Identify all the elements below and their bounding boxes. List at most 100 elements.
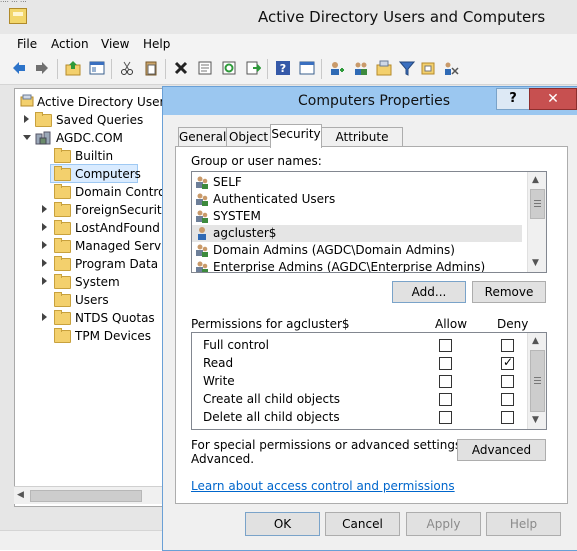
menu-action[interactable]: Action <box>51 37 89 51</box>
tree-item-managed-service-accounts[interactable]: Managed Service <box>15 237 167 255</box>
scroll-up-icon[interactable]: ▲ <box>532 175 539 185</box>
scrollbar-thumb[interactable] <box>30 490 142 502</box>
export-icon[interactable] <box>245 60 261 76</box>
allow-checkbox[interactable] <box>439 339 452 352</box>
help-button[interactable]: Help <box>486 512 561 536</box>
ok-button[interactable]: OK <box>245 512 320 536</box>
menu-file[interactable]: File <box>17 37 37 51</box>
up-folder-icon[interactable] <box>65 60 81 76</box>
tab-general[interactable]: General <box>178 127 227 147</box>
permission-list-scrollbar[interactable]: ▲ ▼ <box>527 333 546 429</box>
permission-row: Delete all child objects <box>192 409 522 426</box>
tree-item-agdc-com[interactable]: AGDC.COM <box>15 129 167 147</box>
console-tree[interactable]: Active Directory Users a Saved Queries A… <box>14 88 168 507</box>
properties-dialog: Computers Properties ? ✕ General Object … <box>162 86 577 551</box>
list-item[interactable]: Authenticated Users <box>192 191 522 208</box>
tree-item-foreign-security-principals[interactable]: ForeignSecurityP <box>15 201 167 219</box>
scroll-left-icon[interactable]: ◀ <box>17 490 24 500</box>
expand-arrow-icon[interactable] <box>42 313 47 321</box>
tree-root[interactable]: Active Directory Users a <box>15 93 167 111</box>
deny-checkbox[interactable]: ✓ <box>501 355 514 370</box>
expand-arrow-icon[interactable] <box>42 223 47 231</box>
user-icon[interactable] <box>329 60 345 76</box>
folder-icon <box>54 166 71 181</box>
scrollbar-thumb[interactable] <box>530 189 545 219</box>
tree-horizontal-scrollbar[interactable]: ◀ <box>14 486 166 504</box>
learn-more-link[interactable]: Learn about access control and permissio… <box>191 479 455 493</box>
remove-button[interactable]: Remove <box>472 281 546 303</box>
scrollbar-thumb[interactable] <box>530 350 545 412</box>
scroll-down-icon[interactable]: ▼ <box>532 258 539 268</box>
tree-item-builtin[interactable]: Builtin <box>15 147 167 165</box>
list-item[interactable]: Enterprise Admins (AGDC\Enterprise Admin… <box>192 259 522 272</box>
permission-list[interactable]: Full control Read ✓ Write Create all chi… <box>191 332 547 430</box>
expand-arrow-icon[interactable] <box>42 241 47 249</box>
deny-checkbox[interactable] <box>501 411 514 424</box>
permission-name: Read <box>203 356 234 370</box>
list-item[interactable]: SYSTEM <box>192 208 522 225</box>
add-button[interactable]: Add... <box>392 281 466 303</box>
deny-checkbox[interactable] <box>501 393 514 406</box>
refresh-icon[interactable] <box>221 60 237 76</box>
menu-view[interactable]: View <box>101 37 129 51</box>
scroll-up-icon[interactable]: ▲ <box>532 336 539 346</box>
collapse-arrow-icon[interactable] <box>23 135 31 140</box>
status-bar <box>0 530 162 550</box>
properties-icon[interactable] <box>197 60 213 76</box>
cancel-button[interactable]: Cancel <box>325 512 400 536</box>
folder-icon <box>54 184 71 199</box>
group-icon[interactable] <box>353 60 369 76</box>
deny-checkbox[interactable] <box>501 375 514 388</box>
delete-icon[interactable] <box>173 60 189 76</box>
close-button[interactable]: ✕ <box>529 88 577 110</box>
forward-icon[interactable] <box>34 60 50 76</box>
paste-icon[interactable] <box>143 60 159 76</box>
expand-arrow-icon[interactable] <box>42 259 47 267</box>
delegate-icon[interactable] <box>443 60 459 76</box>
tree-item-system[interactable]: System <box>15 273 167 291</box>
cut-icon[interactable] <box>119 60 135 76</box>
tree-item-saved-queries[interactable]: Saved Queries <box>15 111 167 129</box>
tree-item-lost-and-found[interactable]: LostAndFound <box>15 219 167 237</box>
tree-item-tpm-devices[interactable]: TPM Devices <box>15 327 167 345</box>
allow-checkbox[interactable] <box>439 357 452 370</box>
deny-column-header: Deny <box>497 317 529 331</box>
allow-checkbox[interactable] <box>439 375 452 388</box>
tab-security[interactable]: Security <box>270 124 322 148</box>
expand-arrow-icon[interactable] <box>42 277 47 285</box>
list-item-selected[interactable]: agcluster$ <box>192 225 522 242</box>
tree-item-domain-controllers[interactable]: Domain Controll <box>15 183 167 201</box>
ou-icon[interactable] <box>376 60 392 76</box>
add-to-group-icon[interactable] <box>421 60 437 76</box>
principal-list[interactable]: SELF Authenticated Users SYSTEM agcluste… <box>191 171 547 273</box>
tab-object[interactable]: Object <box>226 127 271 147</box>
filter-icon[interactable] <box>399 60 415 76</box>
allow-checkbox[interactable] <box>439 411 452 424</box>
apply-button[interactable]: Apply <box>406 512 481 536</box>
list-item[interactable]: Domain Admins (AGDC\Domain Admins) <box>192 242 522 259</box>
expand-arrow-icon[interactable] <box>42 205 47 213</box>
expand-arrow-icon[interactable] <box>24 115 29 123</box>
help-icon[interactable]: ? <box>275 60 291 76</box>
tree-item-program-data[interactable]: Program Data <box>15 255 167 273</box>
advanced-button[interactable]: Advanced <box>457 439 546 461</box>
tree-label: System <box>75 275 120 289</box>
back-icon[interactable] <box>11 60 27 76</box>
dialog-title-bar[interactable]: Computers Properties ? ✕ <box>163 87 577 115</box>
console-icon[interactable] <box>299 60 315 76</box>
menu-help[interactable]: Help <box>143 37 170 51</box>
tab-attribute-editor[interactable]: Attribute Editor <box>321 127 403 163</box>
tree-label: Computers <box>75 167 141 181</box>
tree-label: Saved Queries <box>56 113 144 127</box>
scroll-down-icon[interactable]: ▼ <box>532 415 539 425</box>
tree-item-ntds-quotas[interactable]: NTDS Quotas <box>15 309 167 327</box>
deny-checkbox[interactable] <box>501 339 514 352</box>
tree-item-users[interactable]: Users <box>15 291 167 309</box>
show-hide-tree-icon[interactable] <box>89 60 105 76</box>
list-item[interactable]: SELF <box>192 174 522 191</box>
context-help-button[interactable]: ? <box>496 88 530 110</box>
group-icon <box>196 261 208 272</box>
principal-list-scrollbar[interactable]: ▲ ▼ <box>527 172 546 272</box>
allow-checkbox[interactable] <box>439 393 452 406</box>
tree-item-computers[interactable]: Computers <box>15 165 167 183</box>
